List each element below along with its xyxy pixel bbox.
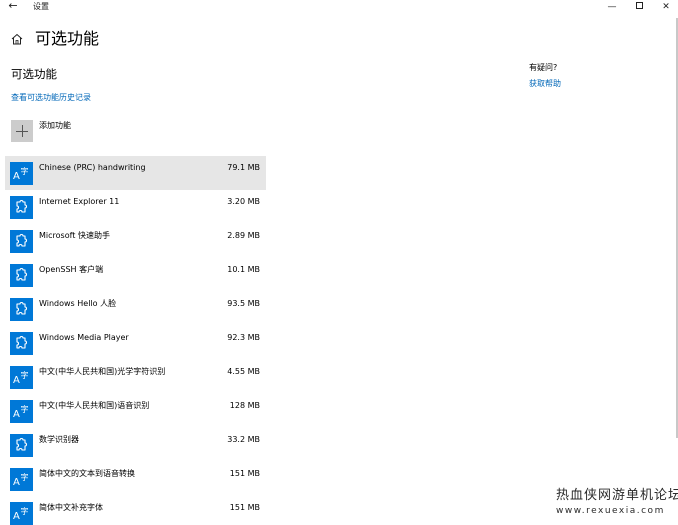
feature-list: A 字 Chinese (PRC) handwriting 79.1 MB Intern… bbox=[5, 156, 266, 525]
feature-name: Microsoft 快速助手 bbox=[39, 231, 110, 240]
svg-text:字: 字 bbox=[21, 472, 29, 482]
puzzle-icon bbox=[10, 434, 33, 457]
svg-text:A: A bbox=[13, 511, 20, 522]
feature-name: 中文(中华人民共和国)光学字符识别 bbox=[39, 367, 166, 376]
feature-name: Internet Explorer 11 bbox=[39, 197, 120, 206]
feature-size: 2.89 MB bbox=[227, 231, 260, 240]
font-icon: A字 bbox=[10, 162, 33, 185]
feature-row[interactable]: OpenSSH 客户端 10.1 MB bbox=[5, 258, 266, 292]
section-title: 可选功能 bbox=[11, 67, 57, 81]
feature-name: 简体中文补充字体 bbox=[39, 503, 103, 512]
watermark-text: 热血侠网游单机论坛 bbox=[556, 488, 678, 503]
page-title: 可选功能 bbox=[35, 29, 100, 48]
maximize-button[interactable] bbox=[625, 0, 653, 14]
get-help-link[interactable]: 获取帮助 bbox=[529, 78, 561, 90]
feature-name: OpenSSH 客户端 bbox=[39, 265, 104, 274]
feature-row[interactable]: A 字 Chinese (PRC) handwriting 79.1 MB bbox=[5, 156, 266, 190]
font-icon: A字 bbox=[10, 502, 33, 525]
help-panel: 有疑问? 获取帮助 bbox=[529, 62, 561, 90]
puzzle-icon bbox=[10, 298, 33, 321]
title-bar: ← 设置 — ✕ bbox=[0, 0, 678, 14]
feature-row[interactable]: Microsoft 快速助手 2.89 MB bbox=[5, 224, 266, 258]
svg-text:A: A bbox=[13, 171, 20, 182]
add-feature-label: 添加功能 bbox=[39, 121, 71, 130]
svg-text:A: A bbox=[13, 375, 20, 386]
feature-size: 92.3 MB bbox=[227, 333, 260, 342]
feature-size: 151 MB bbox=[229, 503, 260, 512]
font-icon: A字 bbox=[10, 400, 33, 423]
minimize-button[interactable]: — bbox=[598, 0, 626, 14]
puzzle-icon bbox=[10, 230, 33, 253]
feature-size: 10.1 MB bbox=[227, 265, 260, 274]
svg-text:字: 字 bbox=[21, 166, 29, 176]
svg-text:A: A bbox=[13, 409, 20, 420]
feature-row[interactable]: A 字中文(中华人民共和国)语音识别 128 MB bbox=[5, 394, 266, 428]
feature-row[interactable]: Windows Hello 人脸 93.5 MB bbox=[5, 292, 266, 326]
feature-size: 4.55 MB bbox=[227, 367, 260, 376]
feature-row[interactable]: A 字简体中文补充字体 151 MB bbox=[5, 496, 266, 525]
feature-name: Chinese (PRC) handwriting bbox=[39, 163, 146, 172]
puzzle-icon bbox=[10, 196, 33, 219]
feature-history-link[interactable]: 查看可选功能历史记录 bbox=[11, 92, 91, 104]
puzzle-icon bbox=[10, 332, 33, 355]
font-icon: A字 bbox=[10, 468, 33, 491]
feature-row[interactable]: Internet Explorer 11 3.20 MB bbox=[5, 190, 266, 224]
svg-text:字: 字 bbox=[21, 506, 29, 516]
feature-name: 中文(中华人民共和国)语音识别 bbox=[39, 401, 150, 410]
feature-row[interactable]: 数学识别器 33.2 MB bbox=[5, 428, 266, 462]
feature-size: 151 MB bbox=[229, 469, 260, 478]
window-title: 设置 bbox=[33, 2, 49, 11]
help-title: 有疑问? bbox=[529, 63, 558, 72]
feature-name: 简体中文的文本到语音转换 bbox=[39, 469, 135, 478]
feature-size: 79.1 MB bbox=[227, 163, 260, 172]
feature-row[interactable]: A 字简体中文的文本到语音转换 151 MB bbox=[5, 462, 266, 496]
plus-icon bbox=[11, 120, 33, 142]
feature-name: Windows Hello 人脸 bbox=[39, 299, 117, 308]
feature-size: 33.2 MB bbox=[227, 435, 260, 444]
font-icon: A字 bbox=[10, 366, 33, 389]
back-button[interactable]: ← bbox=[6, 0, 20, 13]
svg-text:字: 字 bbox=[21, 370, 29, 380]
maximize-icon bbox=[635, 2, 643, 9]
watermark-url: www.rexuexia.com bbox=[556, 506, 665, 516]
feature-size: 3.20 MB bbox=[227, 197, 260, 206]
feature-row[interactable]: A 字中文(中华人民共和国)光学字符识别 4.55 MB bbox=[5, 360, 266, 394]
feature-size: 128 MB bbox=[229, 401, 260, 410]
close-button[interactable]: ✕ bbox=[652, 0, 678, 14]
svg-text:字: 字 bbox=[21, 404, 29, 414]
puzzle-icon bbox=[10, 264, 33, 287]
feature-name: 数学识别器 bbox=[39, 435, 79, 444]
svg-text:A: A bbox=[13, 477, 20, 488]
watermark: 热血侠网游单机论坛 www.rexuexia.com bbox=[556, 488, 678, 517]
feature-name: Windows Media Player bbox=[39, 333, 129, 342]
feature-size: 93.5 MB bbox=[227, 299, 260, 308]
feature-row[interactable]: Windows Media Player 92.3 MB bbox=[5, 326, 266, 360]
home-icon[interactable] bbox=[10, 32, 24, 46]
